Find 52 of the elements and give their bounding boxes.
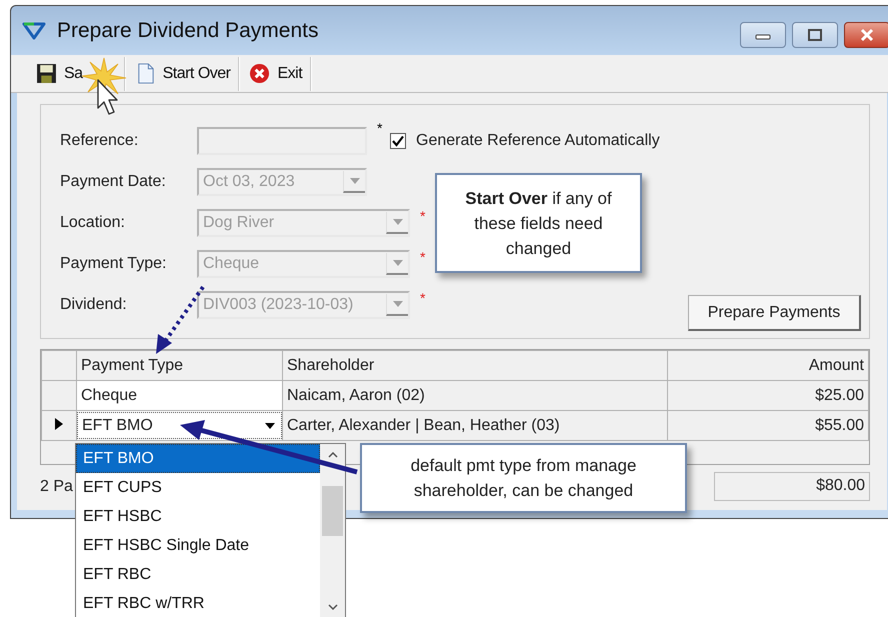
callout: default pmt type from manage shareholder, can be changed <box>360 443 687 513</box>
field-label: Dividend: <box>60 296 128 314</box>
close-button[interactable] <box>844 22 888 48</box>
dropdown-arrow-icon <box>392 219 402 225</box>
table-cell-text: Cheque <box>80 386 138 404</box>
dropdown-item[interactable]: EFT HSBC Single Date <box>76 531 320 560</box>
required-mark: * <box>376 121 384 135</box>
status-text: 2 Pa <box>40 478 73 496</box>
toolbar-button[interactable]: Exit <box>240 56 310 92</box>
dropdown-item[interactable]: EFT RBC <box>76 560 320 589</box>
total-field: $80.00 <box>714 472 870 501</box>
maximize-button[interactable] <box>792 22 838 48</box>
callout: Start Over if any of these fields need changed <box>435 173 642 273</box>
current-row-icon <box>55 418 63 430</box>
column-header[interactable]: Shareholder <box>282 350 668 380</box>
prepare-payments-button[interactable]: Prepare Payments <box>688 295 861 331</box>
dropdown-item[interactable]: EFT RBC w/TRR <box>76 589 320 617</box>
window-title: Prepare Dividend Payments <box>57 18 318 42</box>
toolbar-button[interactable]: Start Over <box>126 56 238 92</box>
field-label: Reference: <box>60 132 140 150</box>
triangle-icon <box>22 20 46 40</box>
required-mark: * <box>419 209 426 223</box>
checkmark-icon <box>392 135 404 147</box>
scroll-up-icon <box>328 452 338 458</box>
field-label: Payment Type: <box>60 255 168 273</box>
dropdown-arrow-icon <box>265 422 275 428</box>
field-label: Payment Date: <box>60 173 167 191</box>
table-cell: Naicam, Aaron (02) <box>287 386 425 404</box>
scroll-down-icon <box>328 604 338 610</box>
required-mark: * <box>419 291 426 305</box>
column-header[interactable]: Amount <box>668 350 868 380</box>
generate-reference-checkbox[interactable]: Generate Reference Automatically <box>390 132 660 150</box>
dropdown-item[interactable]: EFT CUPS <box>76 473 320 502</box>
dotted-arrow <box>156 286 205 354</box>
scroll-thumb[interactable] <box>322 486 343 536</box>
payment-type-combo[interactable]: EFT BMO <box>77 412 282 439</box>
minimize-button[interactable] <box>740 22 786 48</box>
scrollbar[interactable] <box>320 444 345 617</box>
cursor-icon <box>97 79 118 115</box>
table-cell: $55.00 <box>815 416 864 434</box>
maximize-icon <box>805 28 825 42</box>
dropdown-arrow-icon <box>350 178 360 184</box>
dropdown-arrow-icon <box>392 260 402 266</box>
field-label: Location: <box>60 214 126 232</box>
exit-icon <box>249 63 270 84</box>
dropdown-arrow-icon <box>392 301 402 307</box>
dropdown-item[interactable]: EFT HSBC <box>76 502 320 531</box>
column-header[interactable]: Payment Type <box>76 350 282 380</box>
required-mark: * <box>419 250 426 264</box>
dropdown-item[interactable]: EFT BMO <box>76 444 320 473</box>
table-cell: Carter, Alexander | Bean, Heather (03) <box>287 416 560 434</box>
table-cell: $25.00 <box>815 386 864 404</box>
